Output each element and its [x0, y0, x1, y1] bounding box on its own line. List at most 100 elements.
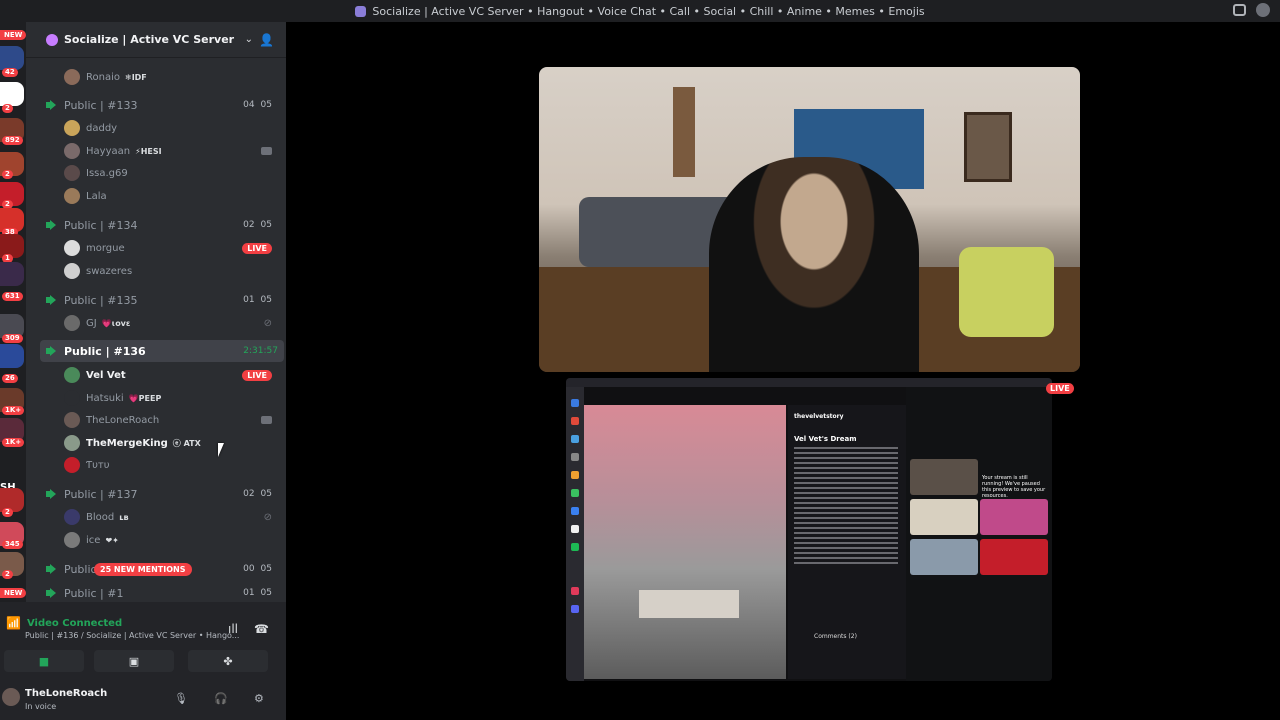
server-badge: 631: [2, 292, 23, 301]
voice-user[interactable]: daddy: [26, 117, 286, 139]
screenshare-tile[interactable]: thevelvetstory Vel Vet's Dream Comments …: [566, 378, 1052, 681]
avatar: [64, 315, 80, 331]
username: TheLoneRoach: [86, 414, 160, 426]
server-header[interactable]: Socialize | Active VC Server • Han... ⌄ …: [26, 22, 286, 58]
username: ice: [86, 534, 101, 546]
voice-location[interactable]: Public | #136 / Socialize | Active VC Se…: [25, 631, 239, 640]
channel-name: Public | #134: [64, 218, 138, 232]
live-badge: LIVE: [242, 369, 272, 381]
channel-name: Public | #133: [64, 98, 138, 112]
username: Hatsuki: [86, 392, 124, 404]
disconnect-icon[interactable]: ☎: [254, 622, 269, 636]
channel-user-count: 01 05: [243, 295, 272, 305]
voice-user[interactable]: swazeres: [26, 260, 286, 282]
voice-user[interactable]: Ronaio ❄IDF: [26, 66, 286, 88]
speaker-icon: [46, 295, 58, 305]
channel-user-count: 01 05: [243, 588, 272, 598]
tiktok-video[interactable]: [584, 405, 786, 679]
camera-button[interactable]: ■: [4, 650, 84, 672]
voice-channel-139[interactable]: Public | #1 01 05: [26, 582, 286, 602]
avatar: [64, 457, 80, 473]
voice-user[interactable]: TheMergeKing ⓔ ATX: [26, 432, 286, 454]
settings-gear-icon[interactable]: ⚙: [254, 692, 264, 705]
mini-tile: [910, 539, 978, 575]
app-icon: [571, 543, 579, 551]
username: Lala: [86, 190, 107, 202]
username: TheMergeKing: [86, 437, 168, 449]
speaker-icon: [46, 100, 58, 110]
mouse-cursor-icon: [218, 443, 224, 457]
muted-icon: ⊘: [263, 317, 272, 329]
avatar: [64, 509, 80, 525]
server-icon: [355, 5, 367, 17]
chevron-down-icon[interactable]: ⌄: [245, 34, 253, 45]
speaker-icon: [46, 564, 58, 574]
voice-user[interactable]: GJ 💗ɩᴏᴠɛ ⊘: [26, 312, 286, 334]
help-icon[interactable]: [1256, 3, 1270, 17]
voice-user[interactable]: Ƭυтυ: [26, 454, 286, 476]
voice-channel-133[interactable]: Public | #133 04 05: [26, 94, 286, 116]
username: Ƭυтυ: [86, 459, 110, 471]
voice-user[interactable]: Issa.g69: [26, 162, 286, 184]
voice-user[interactable]: Vel Vet LIVE: [26, 364, 286, 386]
camera-icon: [261, 147, 272, 155]
user-name[interactable]: TheLoneRoach: [25, 688, 107, 699]
tiktok-info-panel: thevelvetstory Vel Vet's Dream Comments …: [788, 405, 906, 679]
app-icon: [571, 605, 579, 613]
activities-button[interactable]: ✤: [188, 650, 268, 672]
username: Ronaio: [86, 71, 120, 83]
voice-channel-135[interactable]: Public | #135 01 05: [26, 289, 286, 311]
voice-user[interactable]: Lala: [26, 185, 286, 207]
username: GJ: [86, 317, 97, 329]
user-status: In voice: [25, 702, 57, 711]
mini-tile: [980, 539, 1048, 575]
avatar: [64, 263, 80, 279]
screenshare-button[interactable]: ▣: [94, 650, 174, 672]
voice-user[interactable]: TheLoneRoach: [26, 409, 286, 431]
camera-feed-tile[interactable]: [539, 67, 1080, 372]
voice-channel-137[interactable]: Public | #137 02 05: [26, 483, 286, 505]
voice-user[interactable]: Blood ʟв ⊘: [26, 506, 286, 528]
username: Hayyaan: [86, 145, 131, 157]
avatar[interactable]: [2, 688, 20, 706]
avatar: [64, 240, 80, 256]
person: [709, 157, 919, 372]
app-icon: [571, 525, 579, 533]
inbox-icon[interactable]: [1233, 4, 1246, 16]
server-icon[interactable]: [0, 344, 24, 368]
speaker-icon: [46, 346, 58, 356]
new-mentions-pill[interactable]: 25 NEW MENTIONS: [94, 563, 192, 576]
channel-user-count: 02 05: [243, 489, 272, 499]
video-table: [639, 590, 739, 618]
noise-suppression-icon[interactable]: ıll: [228, 622, 238, 636]
server-badge: 1K+: [2, 406, 25, 415]
voice-user[interactable]: Hatsuki 💗PEEP: [26, 387, 286, 409]
server-icon[interactable]: [0, 46, 24, 70]
app-icon: [571, 417, 579, 425]
microphone-icon[interactable]: 🎙: [174, 692, 188, 705]
voice-channel-134[interactable]: Public | #134 02 05: [26, 214, 286, 236]
voice-status-text[interactable]: Video Connected: [27, 618, 122, 629]
voice-user[interactable]: morgue LIVE: [26, 237, 286, 259]
server-badge: 892: [2, 136, 23, 145]
server-badge: 2: [2, 570, 13, 579]
username: daddy: [86, 122, 118, 134]
new-badge: NEW: [0, 30, 26, 40]
server-rail: NEW 42 2 892 2 2 38 1 631 309 26 1K+ 1K+…: [0, 22, 26, 602]
server-badge: 309: [2, 334, 23, 343]
new-badge: NEW: [0, 588, 26, 598]
server-badge: 345: [2, 540, 23, 549]
server-icon[interactable]: [0, 262, 24, 286]
voice-user[interactable]: ice ❤✦: [26, 529, 286, 551]
signal-icon[interactable]: 📶: [6, 616, 21, 630]
speaker-icon: [46, 588, 58, 598]
avatar: [64, 532, 80, 548]
app-icon: [571, 587, 579, 595]
channel-user-count: 02 05: [243, 220, 272, 230]
voice-channel-136[interactable]: Public | #136 2:31:57: [40, 340, 284, 362]
voice-user[interactable]: Hayyaan ⚡HESI: [26, 140, 286, 162]
headphones-icon[interactable]: 🎧: [214, 692, 228, 705]
invite-icon[interactable]: 👤: [259, 33, 274, 47]
app-icon: [571, 471, 579, 479]
server-icon[interactable]: [0, 82, 24, 106]
